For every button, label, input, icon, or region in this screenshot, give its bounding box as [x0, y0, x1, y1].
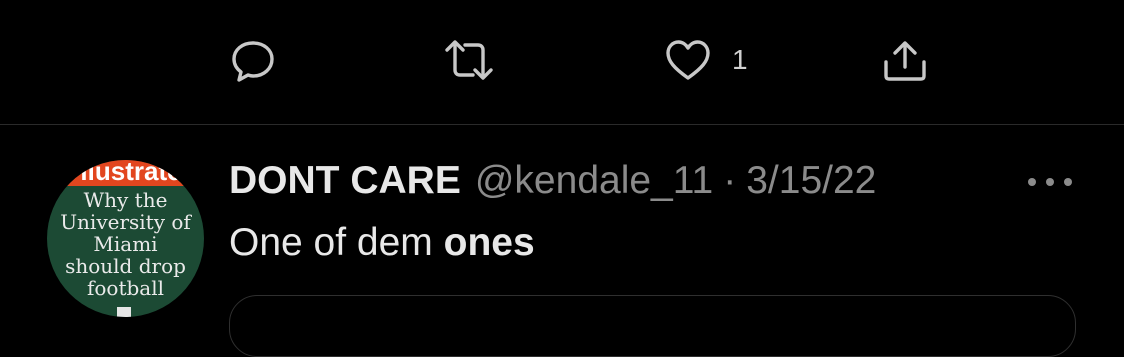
tweet-header: DONT CARE @kendale_11 · 3/15/22: [229, 159, 876, 207]
avatar-barcode: [117, 307, 131, 317]
like-count: 1: [732, 44, 748, 75]
avatar-cover-line: Miami: [93, 232, 158, 256]
tweet[interactable]: llustrate Why the University of Miami sh…: [0, 125, 1124, 357]
tweet-text: One of dem ones: [229, 221, 535, 265]
avatar[interactable]: llustrate Why the University of Miami sh…: [47, 160, 204, 317]
reply-icon: [229, 36, 277, 84]
avatar-cover-line: Why the: [83, 188, 168, 212]
tweet-text-plain: One of dem: [229, 221, 444, 264]
avatar-cover-text: Why the University of Miami should drop …: [47, 189, 204, 299]
like-button[interactable]: 1: [664, 36, 748, 84]
retweet-button[interactable]: [441, 36, 497, 84]
share-button[interactable]: [881, 36, 929, 84]
retweet-icon: [441, 36, 497, 84]
tweet-date[interactable]: 3/15/22: [746, 159, 876, 203]
more-options-button[interactable]: [1028, 175, 1072, 189]
more-options-icon: [1028, 178, 1072, 186]
avatar-cover-line: University of: [60, 210, 191, 234]
tweet-text-bold: ones: [443, 221, 535, 264]
display-name[interactable]: DONT CARE: [229, 159, 461, 203]
quoted-tweet-card[interactable]: [229, 295, 1076, 357]
avatar-masthead: llustrate: [80, 160, 182, 186]
share-icon: [881, 36, 929, 84]
avatar-masthead-band: llustrate: [47, 160, 204, 186]
avatar-cover-line: football: [86, 276, 165, 300]
heart-icon: [664, 36, 712, 84]
tweet-action-bar: 1: [0, 0, 1124, 124]
reply-button[interactable]: [229, 36, 277, 84]
user-handle[interactable]: @kendale_11: [475, 159, 713, 203]
avatar-cover-line: should drop: [65, 254, 186, 278]
header-separator: ·: [723, 159, 737, 202]
